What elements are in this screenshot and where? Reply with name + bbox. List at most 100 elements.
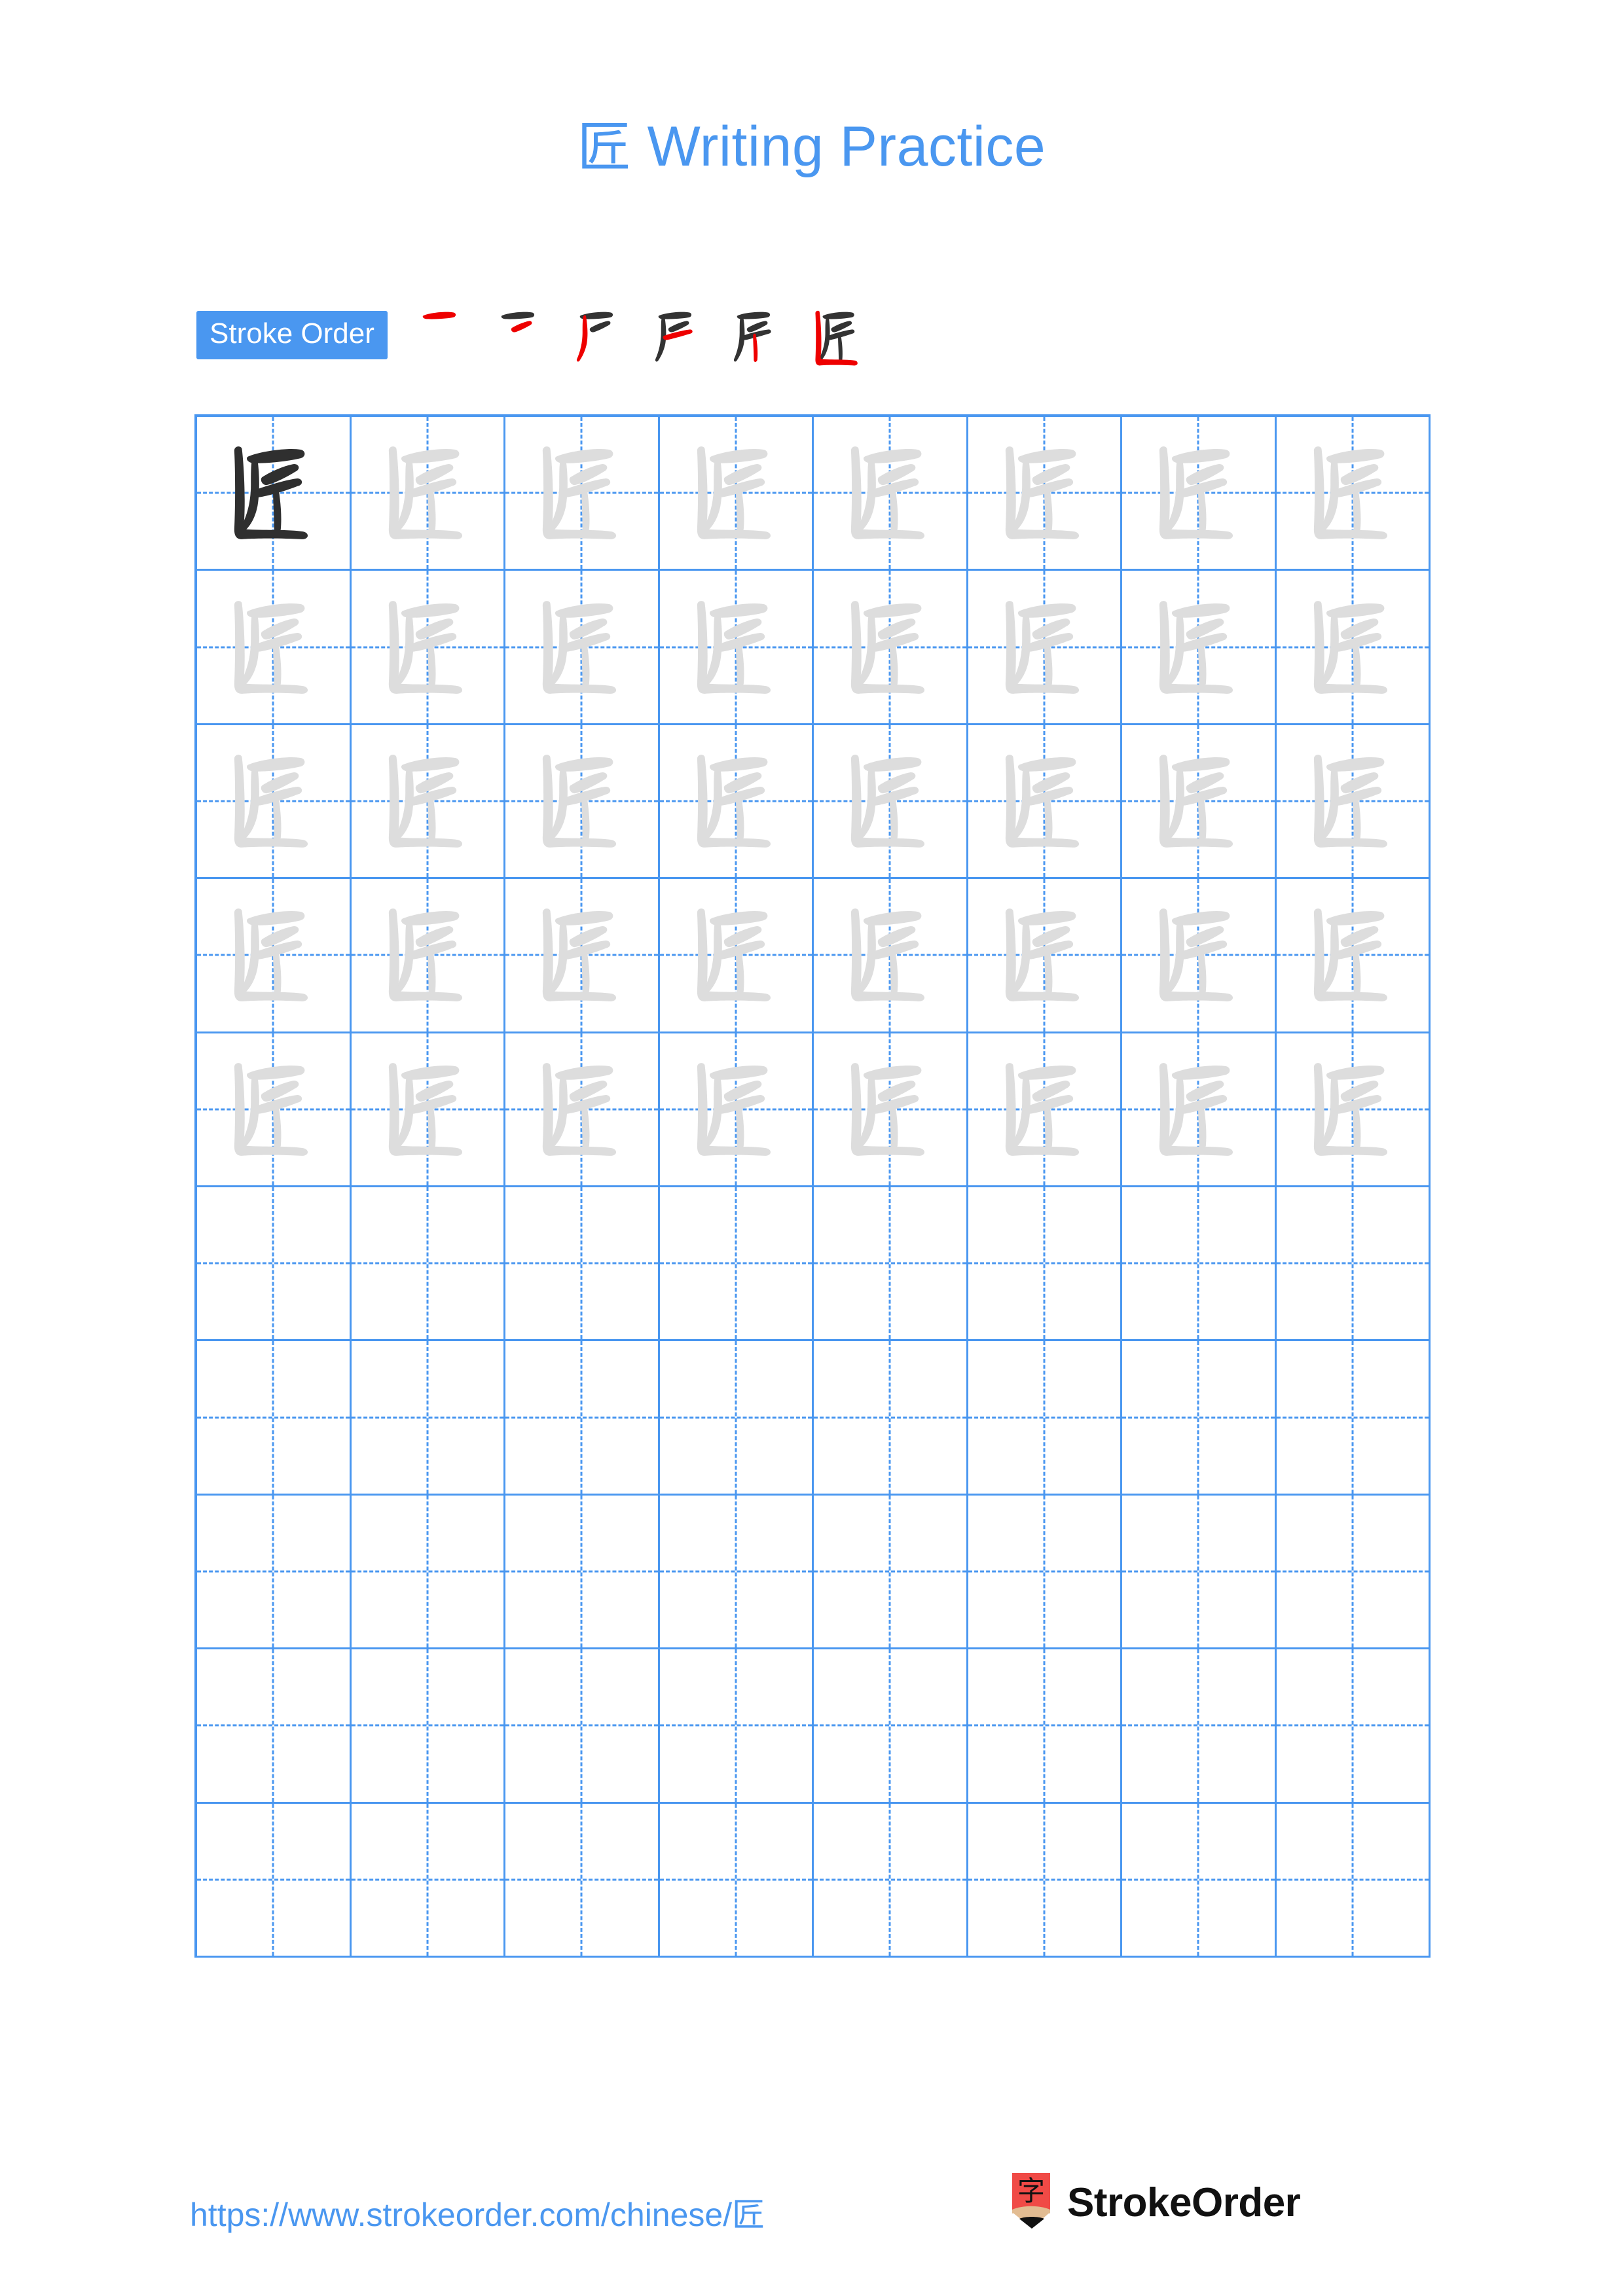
page-title-character: 匠 (577, 117, 632, 179)
tracing-character (1122, 1033, 1275, 1185)
practice-cell[interactable] (197, 1341, 352, 1496)
tracing-character (660, 725, 812, 877)
practice-cell[interactable] (505, 725, 660, 880)
practice-cell[interactable] (968, 1495, 1122, 1650)
practice-cell[interactable] (197, 1033, 352, 1187)
practice-cell[interactable] (659, 571, 814, 725)
practice-cell[interactable] (351, 1187, 505, 1342)
practice-cell[interactable] (1276, 417, 1431, 571)
practice-cell[interactable] (1122, 1649, 1277, 1804)
practice-cell[interactable] (351, 1033, 505, 1187)
practice-cell[interactable] (505, 417, 660, 571)
practice-cell[interactable] (505, 1649, 660, 1804)
practice-cell[interactable] (659, 879, 814, 1033)
practice-cell[interactable] (659, 1033, 814, 1187)
practice-cell[interactable] (659, 1803, 814, 1958)
practice-cell[interactable] (197, 725, 352, 880)
tracing-character (814, 1033, 966, 1185)
practice-cell[interactable] (1122, 1341, 1277, 1496)
practice-cell[interactable] (1276, 1033, 1431, 1187)
practice-cell[interactable] (814, 1649, 968, 1804)
practice-cell[interactable] (1122, 1803, 1277, 1958)
practice-cell[interactable] (351, 571, 505, 725)
practice-cell[interactable] (505, 879, 660, 1033)
practice-cell[interactable] (1122, 879, 1277, 1033)
practice-cell[interactable] (197, 1649, 352, 1804)
practice-cell[interactable] (351, 879, 505, 1033)
practice-cell[interactable] (968, 417, 1122, 571)
practice-cell[interactable] (1122, 725, 1277, 880)
practice-cell[interactable] (968, 725, 1122, 880)
practice-cell[interactable] (505, 1341, 660, 1496)
practice-cell[interactable] (659, 1187, 814, 1342)
practice-cell[interactable] (505, 1495, 660, 1650)
tracing-character (197, 1033, 350, 1185)
practice-cell[interactable] (1276, 725, 1431, 880)
practice-cell[interactable] (659, 1649, 814, 1804)
practice-cell[interactable] (197, 1803, 352, 1958)
practice-cell[interactable] (351, 1495, 505, 1650)
practice-cell[interactable] (505, 571, 660, 725)
footer-url[interactable]: https://www.strokeorder.com/chinese/匠 (190, 2189, 765, 2236)
practice-cell[interactable] (1122, 1187, 1277, 1342)
practice-cell[interactable] (814, 1341, 968, 1496)
practice-cell[interactable] (968, 1341, 1122, 1496)
practice-cell[interactable] (1122, 417, 1277, 571)
practice-cell[interactable] (968, 571, 1122, 725)
practice-cell[interactable] (1122, 571, 1277, 725)
practice-cell[interactable] (505, 1187, 660, 1342)
practice-cell[interactable] (197, 879, 352, 1033)
practice-cell[interactable] (197, 1495, 352, 1650)
tracing-character (352, 417, 504, 569)
practice-cell[interactable] (197, 1187, 352, 1342)
page-title: 匠 Writing Practice (0, 103, 1623, 181)
stroke-order-section: Stroke Order (196, 305, 881, 366)
practice-cell[interactable] (814, 879, 968, 1033)
practice-cell[interactable] (968, 1033, 1122, 1187)
practice-cell[interactable] (505, 1803, 660, 1958)
practice-cell[interactable] (659, 1341, 814, 1496)
practice-cell[interactable] (814, 417, 968, 571)
tracing-character (814, 417, 966, 569)
tracing-character (1122, 879, 1275, 1031)
tracing-character (505, 417, 658, 569)
practice-cell[interactable] (197, 571, 352, 725)
footer-brand: 字 StrokeOrder (1008, 2173, 1301, 2232)
practice-cell[interactable] (814, 1803, 968, 1958)
practice-cell[interactable] (351, 1341, 505, 1496)
practice-cell[interactable] (814, 1187, 968, 1342)
practice-cell[interactable] (814, 725, 968, 880)
tracing-character (1277, 571, 1429, 723)
practice-cell[interactable] (659, 417, 814, 571)
tracing-character (505, 571, 658, 723)
practice-cell[interactable] (351, 725, 505, 880)
practice-cell[interactable] (814, 571, 968, 725)
tracing-character (814, 725, 966, 877)
practice-cell[interactable] (1122, 1033, 1277, 1187)
practice-cell[interactable] (1276, 1187, 1431, 1342)
practice-cell[interactable] (1276, 571, 1431, 725)
practice-cell[interactable] (659, 1495, 814, 1650)
practice-cell[interactable] (351, 1803, 505, 1958)
practice-cell[interactable] (1276, 1649, 1431, 1804)
practice-cell[interactable] (197, 417, 352, 571)
tracing-character (352, 1033, 504, 1185)
practice-cell[interactable] (968, 1803, 1122, 1958)
tracing-character (1277, 1033, 1429, 1185)
practice-cell[interactable] (351, 417, 505, 571)
practice-cell[interactable] (1276, 1495, 1431, 1650)
practice-cell[interactable] (1276, 1803, 1431, 1958)
practice-cell[interactable] (968, 879, 1122, 1033)
practice-cell[interactable] (814, 1495, 968, 1650)
practice-cell[interactable] (659, 725, 814, 880)
practice-cell[interactable] (505, 1033, 660, 1187)
svg-text:字: 字 (1017, 2175, 1045, 2207)
practice-cell[interactable] (968, 1649, 1122, 1804)
practice-cell[interactable] (351, 1649, 505, 1804)
practice-cell[interactable] (814, 1033, 968, 1187)
practice-cell[interactable] (1276, 879, 1431, 1033)
pencil-icon: 字 (1008, 2173, 1055, 2232)
practice-cell[interactable] (1122, 1495, 1277, 1650)
practice-cell[interactable] (1276, 1341, 1431, 1496)
practice-cell[interactable] (968, 1187, 1122, 1342)
